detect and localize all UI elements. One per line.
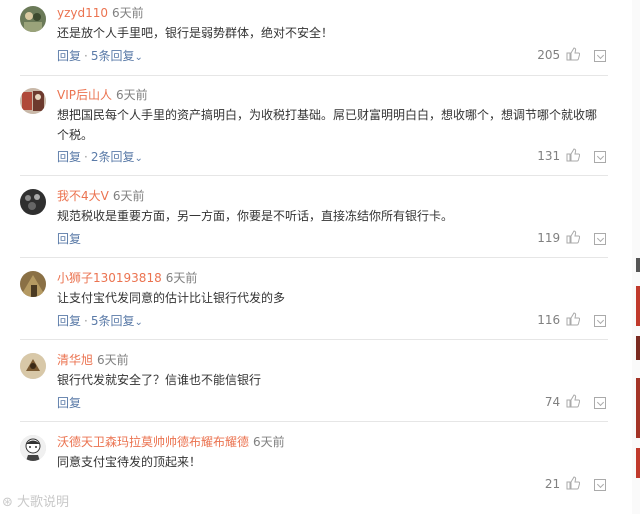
reply-button[interactable]: 回复 <box>57 232 81 246</box>
divider <box>20 175 608 176</box>
side-thumbnail <box>636 258 640 272</box>
comment-user: 我不4大V 6天前 <box>57 187 145 204</box>
thumbs-up-icon[interactable] <box>566 47 580 61</box>
comment-user: 小狮子130193818 6天前 <box>57 269 197 286</box>
dot-separator: · <box>84 150 88 164</box>
reply-button[interactable]: 回复 <box>57 49 81 63</box>
side-thumbnail <box>636 448 640 478</box>
comment-text: 还是放个人手里吧，银行是弱势群体，绝对不安全！ <box>57 26 334 40</box>
reply-button[interactable]: 回复 <box>57 396 81 410</box>
comment-text: 规范税收是重要方面，另一方面，你要是不听话，直接冻结你所有银行卡。 <box>57 209 454 223</box>
comment-user: 清华旭 6天前 <box>57 351 129 368</box>
comment-time: 6天前 <box>97 353 129 367</box>
comment-time: 6天前 <box>165 271 198 285</box>
avatar[interactable] <box>20 88 46 114</box>
comment-actions: 回复 <box>57 230 81 247</box>
comment-actions: 回复 · 2条回复⌄ <box>57 148 143 165</box>
avatar[interactable] <box>20 6 46 32</box>
thumbs-up-icon[interactable] <box>566 148 580 162</box>
divider <box>20 75 608 76</box>
like-count: 116 <box>537 313 561 327</box>
report-flag-icon[interactable] <box>594 233 606 245</box>
like-button[interactable]: 131 <box>537 148 580 163</box>
username-link[interactable]: 我不4大V <box>57 189 109 203</box>
username-link[interactable]: 小狮子130193818 <box>57 271 162 285</box>
like-button[interactable]: 205 <box>537 47 580 62</box>
divider <box>20 339 608 340</box>
comment-user: yzyd110 6天前 <box>57 4 144 21</box>
chevron-down-icon[interactable]: ⌄ <box>134 52 142 63</box>
avatar[interactable] <box>20 435 46 461</box>
comment-time: 6天前 <box>116 88 148 102</box>
comment-text: 想把国民每个人手里的资产搞明白，为收税打基础。屌已财富明明白白，想收哪个，想调节… <box>57 108 598 142</box>
like-button[interactable]: 119 <box>537 230 580 245</box>
like-count: 119 <box>537 231 561 245</box>
like-button[interactable]: 74 <box>545 394 580 409</box>
comment-time: 6天前 <box>253 435 285 449</box>
comment-actions: 回复 <box>57 394 81 411</box>
side-thumbnail <box>636 378 640 438</box>
reply-button[interactable]: 回复 <box>57 150 81 164</box>
like-button[interactable]: 21 <box>545 476 580 491</box>
comment-text: 同意支付宝待发的顶起来！ <box>57 455 202 469</box>
like-count: 74 <box>544 395 561 409</box>
username-link[interactable]: yzyd110 <box>57 6 108 20</box>
avatar[interactable] <box>20 353 46 379</box>
like-count: 131 <box>537 149 561 163</box>
like-button[interactable]: 116 <box>537 312 580 327</box>
comment-text: 让支付宝代发同意的估计比让银行代发的多 <box>57 291 286 305</box>
comment-actions: 回复 · 5条回复⌄ <box>57 47 143 64</box>
chevron-down-icon[interactable]: ⌄ <box>134 153 142 164</box>
weibo-logo-icon: ⊛ <box>2 495 18 510</box>
side-thumbnail <box>636 286 640 326</box>
chevron-down-icon[interactable]: ⌄ <box>134 317 142 328</box>
view-replies-button[interactable]: 5条回复 <box>91 314 135 328</box>
thumbs-up-icon[interactable] <box>566 394 580 408</box>
report-flag-icon[interactable] <box>594 479 606 491</box>
thumbs-up-icon[interactable] <box>566 476 580 490</box>
report-flag-icon[interactable] <box>594 397 606 409</box>
avatar[interactable] <box>20 271 46 297</box>
comment-user: VIP后山人 6天前 <box>57 86 148 103</box>
comment-time: 6天前 <box>112 189 145 203</box>
dot-separator: · <box>84 49 88 63</box>
avatar[interactable] <box>20 189 46 215</box>
username-link[interactable]: 沃德天卫森玛拉莫帅帅德布耀布耀德 <box>57 435 249 449</box>
reply-button[interactable]: 回复 <box>57 314 81 328</box>
divider <box>20 421 608 422</box>
report-flag-icon[interactable] <box>594 50 606 62</box>
comment-text: 银行代发就安全了？信谁也不能信银行 <box>57 373 262 387</box>
thumbs-up-icon[interactable] <box>566 312 580 326</box>
username-link[interactable]: 清华旭 <box>57 353 93 367</box>
watermark: ⊛ 大歌说明 <box>2 491 69 510</box>
report-flag-icon[interactable] <box>594 151 606 163</box>
divider <box>20 257 608 258</box>
side-thumbnail <box>636 336 640 360</box>
watermark-text: 大歌说明 <box>17 495 70 510</box>
like-count: 205 <box>537 48 561 62</box>
dot-separator: · <box>84 314 88 328</box>
view-replies-button[interactable]: 2条回复 <box>91 150 135 164</box>
thumbs-up-icon[interactable] <box>566 230 580 244</box>
report-flag-icon[interactable] <box>594 315 606 327</box>
like-count: 21 <box>544 477 561 491</box>
view-replies-button[interactable]: 5条回复 <box>91 49 135 63</box>
comment-user: 沃德天卫森玛拉莫帅帅德布耀布耀德 6天前 <box>57 433 285 450</box>
username-link[interactable]: VIP后山人 <box>57 88 112 102</box>
comment-actions: 回复 · 5条回复⌄ <box>57 312 143 329</box>
comment-time: 6天前 <box>112 6 144 20</box>
